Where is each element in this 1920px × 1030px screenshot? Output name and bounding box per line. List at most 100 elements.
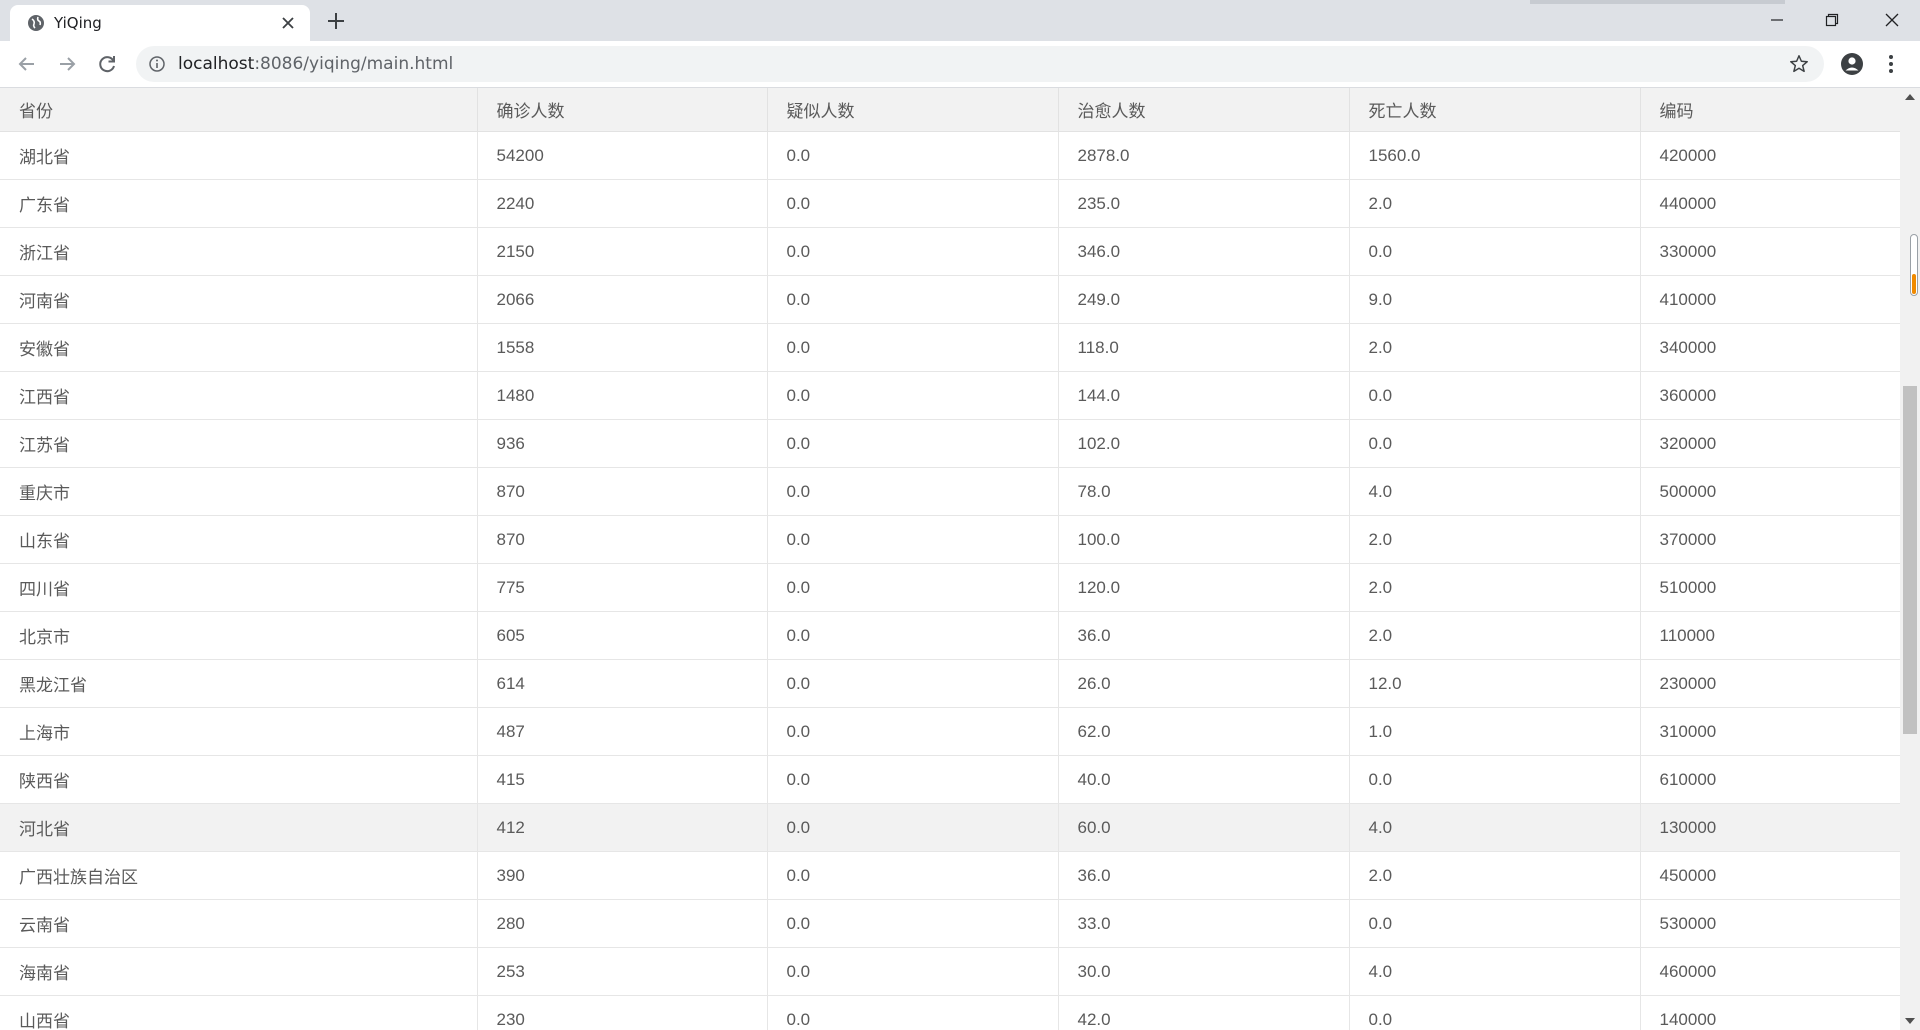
table-row[interactable]: 湖北省 54200 0.0 2878.0 1560.0 420000 [0,131,1900,180]
cell-suspected: 0.0 [767,515,1059,564]
cell-suspected: 0.0 [767,611,1059,660]
cell-confirmed: 2066 [477,275,768,324]
cell-province: 陕西省 [0,755,478,804]
cell-code: 530000 [1640,899,1900,948]
table-row[interactable]: 广东省 2240 0.0 235.0 2.0 440000 [0,179,1900,228]
cell-code: 340000 [1640,323,1900,372]
cell-province: 四川省 [0,563,478,612]
info-icon[interactable] [148,55,166,73]
cell-cured: 2878.0 [1058,131,1350,180]
cell-province: 山西省 [0,995,478,1030]
url-text[interactable]: localhost:8086/yiqing/main.html [178,54,453,74]
table-row[interactable]: 北京市 605 0.0 36.0 2.0 110000 [0,611,1900,660]
table-row[interactable]: 江西省 1480 0.0 144.0 0.0 360000 [0,371,1900,420]
cell-cured: 30.0 [1058,947,1350,996]
cell-confirmed: 230 [477,995,768,1030]
cell-province: 广西壮族自治区 [0,851,478,900]
table-row[interactable]: 河南省 2066 0.0 249.0 9.0 410000 [0,275,1900,324]
cell-suspected: 0.0 [767,467,1059,516]
table-row[interactable]: 海南省 253 0.0 30.0 4.0 460000 [0,947,1900,996]
star-icon[interactable] [1788,53,1810,75]
cell-suspected: 0.0 [767,419,1059,468]
table-row[interactable]: 山东省 870 0.0 100.0 2.0 370000 [0,515,1900,564]
table-header-row: 省份 确诊人数 疑似人数 治愈人数 死亡人数 编码 [0,88,1900,132]
scrollbar-thumb[interactable] [1903,386,1917,734]
plus-icon[interactable] [324,9,348,33]
globe-icon [28,15,44,31]
cell-suspected: 0.0 [767,131,1059,180]
vertical-scrollbar[interactable] [1900,88,1920,1030]
close-icon[interactable] [278,13,298,33]
cell-suspected: 0.0 [767,755,1059,804]
cell-suspected: 0.0 [767,323,1059,372]
minimize-icon[interactable] [1763,6,1791,34]
table-row[interactable]: 云南省 280 0.0 33.0 0.0 530000 [0,899,1900,948]
cell-dead: 2.0 [1349,515,1641,564]
menu-icon[interactable] [1884,52,1898,76]
url-path: :8086/yiqing/main.html [254,54,454,74]
cell-cured: 144.0 [1058,371,1350,420]
cell-dead: 4.0 [1349,947,1641,996]
cell-province: 黑龙江省 [0,659,478,708]
table-row[interactable]: 广西壮族自治区 390 0.0 36.0 2.0 450000 [0,851,1900,900]
cell-cured: 100.0 [1058,515,1350,564]
cell-province: 湖北省 [0,131,478,180]
forward-icon[interactable] [54,51,80,77]
back-icon[interactable] [14,51,40,77]
cell-code: 130000 [1640,803,1900,852]
cell-dead: 2.0 [1349,323,1641,372]
cell-province: 河南省 [0,275,478,324]
account-icon[interactable] [1840,52,1864,76]
scroll-down-arrow[interactable] [1905,1018,1915,1024]
table-row[interactable]: 黑龙江省 614 0.0 26.0 12.0 230000 [0,659,1900,708]
tab-strip: YiQing [0,0,1920,41]
scroll-up-arrow[interactable] [1905,94,1915,100]
cell-cured: 36.0 [1058,611,1350,660]
table-row[interactable]: 四川省 775 0.0 120.0 2.0 510000 [0,563,1900,612]
cell-confirmed: 1558 [477,323,768,372]
maximize-icon[interactable] [1818,6,1846,34]
table-row[interactable]: 山西省 230 0.0 42.0 0.0 140000 [0,995,1900,1030]
cell-suspected: 0.0 [767,995,1059,1030]
reload-icon[interactable] [94,51,120,77]
cell-code: 410000 [1640,275,1900,324]
table-row[interactable]: 江苏省 936 0.0 102.0 0.0 320000 [0,419,1900,468]
cell-cured: 26.0 [1058,659,1350,708]
cell-cured: 235.0 [1058,179,1350,228]
cell-province: 河北省 [0,803,478,852]
cell-province: 山东省 [0,515,478,564]
window-close-icon[interactable] [1878,6,1906,34]
cell-province: 海南省 [0,947,478,996]
header-cured: 治愈人数 [1058,88,1350,132]
table-row[interactable]: 河北省 412 0.0 60.0 4.0 130000 [0,803,1900,852]
cell-province: 重庆市 [0,467,478,516]
address-bar[interactable]: localhost:8086/yiqing/main.html [136,46,1824,82]
tab-strip-edge [1530,0,1785,4]
table-row[interactable]: 陕西省 415 0.0 40.0 0.0 610000 [0,755,1900,804]
cell-confirmed: 390 [477,851,768,900]
cell-dead: 0.0 [1349,899,1641,948]
cell-province: 浙江省 [0,227,478,276]
cell-code: 440000 [1640,179,1900,228]
cell-confirmed: 253 [477,947,768,996]
cell-code: 610000 [1640,755,1900,804]
table-row[interactable]: 浙江省 2150 0.0 346.0 0.0 330000 [0,227,1900,276]
tab-yiqing[interactable]: YiQing [10,5,310,41]
cell-suspected: 0.0 [767,707,1059,756]
cell-cured: 62.0 [1058,707,1350,756]
cell-cured: 33.0 [1058,899,1350,948]
cell-confirmed: 870 [477,515,768,564]
cell-suspected: 0.0 [767,371,1059,420]
cell-province: 江西省 [0,371,478,420]
cell-province: 北京市 [0,611,478,660]
table-row[interactable]: 安徽省 1558 0.0 118.0 2.0 340000 [0,323,1900,372]
cell-confirmed: 412 [477,803,768,852]
table-body: 湖北省 54200 0.0 2878.0 1560.0 420000 广东省 2240 0.0 2… [0,131,1900,1030]
cell-dead: 0.0 [1349,995,1641,1030]
table-row[interactable]: 重庆市 870 0.0 78.0 4.0 500000 [0,467,1900,516]
table-row[interactable]: 上海市 487 0.0 62.0 1.0 310000 [0,707,1900,756]
cell-confirmed: 614 [477,659,768,708]
header-dead: 死亡人数 [1349,88,1641,132]
cell-dead: 4.0 [1349,467,1641,516]
browser-toolbar: localhost:8086/yiqing/main.html [0,41,1920,88]
